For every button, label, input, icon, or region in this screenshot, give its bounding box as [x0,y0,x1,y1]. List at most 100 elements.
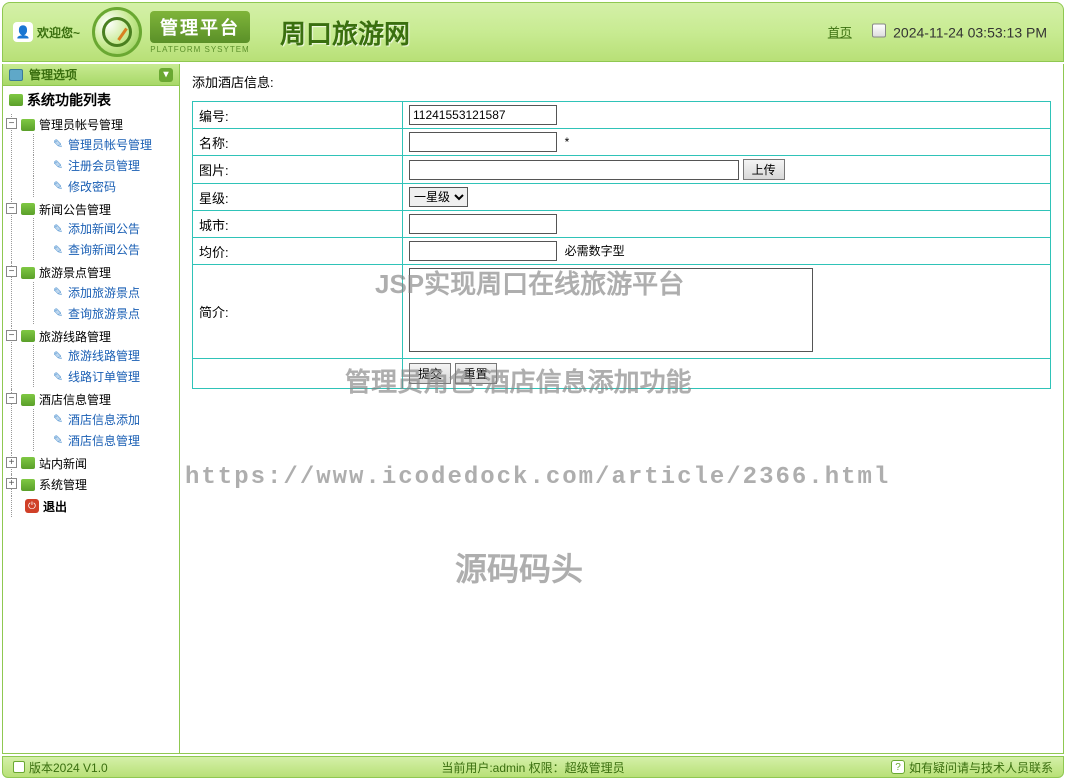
sidebar: 管理选项 ▾ 系统功能列表 −管理员帐号管理✎管理员帐号管理✎注册会员管理✎修改… [2,64,180,754]
pencil-icon: ✎ [51,370,65,384]
nav-group: + 系统管理 [7,474,179,496]
user-icon: 👤 [13,22,33,42]
footer-version-icon [13,761,25,773]
nav-item: ✎修改密码 [29,176,179,197]
watermark-4: 源码码头 [455,544,583,590]
help-icon: ? [891,760,905,774]
image-input[interactable] [409,160,739,180]
site-title: 周口旅游网 [280,14,410,51]
nav-group-label[interactable]: 旅游景点管理 [21,264,111,281]
tree-root: 系统功能列表 [3,86,179,114]
nav-group-label[interactable]: 系统管理 [21,476,87,493]
nav-group-label[interactable]: 酒店信息管理 [21,391,111,408]
reset-button[interactable]: 重置 [455,363,497,384]
welcome-box: 👤 欢迎您~ [13,22,80,42]
nav-group: −旅游线路管理 ✎旅游线路管理 ✎线路订单管理 [7,326,179,390]
sidebar-header: 管理选项 ▾ [3,64,179,86]
nav-group-label[interactable]: 站内新闻 [21,455,87,472]
footer: 版本2024 V1.0 当前用户:admin 权限：超级管理员 ? 如有疑问请与… [2,756,1064,778]
nav-group-label[interactable]: 新闻公告管理 [21,201,111,218]
platform-sub: PLATFORM SYSYTEM [150,45,250,54]
collapse-toggle[interactable]: − [6,118,17,129]
collapse-toggle[interactable]: − [6,203,17,214]
nav-item: ✎酒店信息添加 [29,409,179,430]
nav-item-link[interactable]: ✎添加新闻公告 [51,220,140,237]
pencil-icon: ✎ [51,412,65,426]
nav-item-link[interactable]: ✎添加旅游景点 [51,284,140,301]
folder-icon [21,330,35,342]
upload-button[interactable]: 上传 [743,159,785,180]
platform-badge: 管理平台 [150,11,250,43]
nav-group-label[interactable]: 旅游线路管理 [21,328,111,345]
expand-toggle[interactable]: + [6,457,17,468]
label-price: 均价: [193,238,403,265]
header: 👤 欢迎您~ 管理平台 PLATFORM SYSYTEM 周口旅游网 首页 20… [2,2,1064,62]
clock-icon [872,24,886,38]
nav-item-link[interactable]: ✎酒店信息管理 [51,432,140,449]
price-input[interactable] [409,241,557,261]
nav-tree: −管理员帐号管理✎管理员帐号管理✎注册会员管理✎修改密码−新闻公告管理✎添加新闻… [3,114,179,517]
exit-link[interactable]: ⏻退出 [25,498,67,515]
footer-user-info: 当前用户:admin 权限：超级管理员 [441,759,624,776]
nav-item-link[interactable]: ✎旅游线路管理 [51,347,140,364]
collapse-toggle[interactable]: − [6,393,17,404]
star-select[interactable]: 一星级 [409,187,468,207]
nav-item: ✎酒店信息管理 [29,430,179,451]
folder-icon [21,457,35,469]
nav-item-link[interactable]: ✎注册会员管理 [51,157,140,174]
pencil-icon: ✎ [51,222,65,236]
pencil-icon: ✎ [51,137,65,151]
pencil-icon: ✎ [51,306,65,320]
pencil-icon: ✎ [51,285,65,299]
nav-exit: ⏻退出 [7,496,179,517]
nav-item-link[interactable]: ✎酒店信息添加 [51,411,140,428]
nav-item-link[interactable]: ✎查询旅游景点 [51,305,140,322]
desc-textarea[interactable] [409,268,813,352]
nav-item: ✎查询新闻公告 [29,239,179,260]
city-input[interactable] [409,214,557,234]
nav-item-link[interactable]: ✎修改密码 [51,178,116,195]
exit-icon: ⏻ [25,499,39,513]
nav-item-link[interactable]: ✎查询新闻公告 [51,241,140,258]
folder-icon [21,203,35,215]
label-image: 图片: [193,156,403,184]
footer-contact: 如有疑问请与技术人员联系 [909,759,1053,776]
folder-icon [21,394,35,406]
nav-item-link[interactable]: ✎线路订单管理 [51,368,140,385]
pencil-icon: ✎ [51,179,65,193]
page-title: 添加酒店信息: [192,72,1051,91]
label-star: 星级: [193,184,403,211]
datetime-display: 2024-11-24 03:53:13 PM [872,24,1047,41]
sidebar-collapse-button[interactable]: ▾ [159,68,173,82]
footer-version: 版本2024 V1.0 [29,759,108,776]
collapse-toggle[interactable]: − [6,266,17,277]
name-required-hint: * [565,135,570,149]
id-input[interactable] [409,105,557,125]
nav-group-label[interactable]: 管理员帐号管理 [21,116,123,133]
submit-button[interactable]: 提交 [409,363,451,384]
pencil-icon: ✎ [51,243,65,257]
nav-item: ✎线路订单管理 [29,366,179,387]
collapse-toggle[interactable]: − [6,330,17,341]
folder-open-icon [9,94,23,106]
nav-group: −管理员帐号管理 ✎管理员帐号管理 ✎注册会员管理 ✎修改密码 [7,114,179,199]
label-city: 城市: [193,211,403,238]
nav-group: −酒店信息管理 ✎酒店信息添加 ✎酒店信息管理 [7,389,179,453]
name-input[interactable] [409,132,557,152]
nav-item: ✎添加旅游景点 [29,282,179,303]
sidebar-header-label: 管理选项 [29,66,77,83]
nav-item-link[interactable]: ✎管理员帐号管理 [51,136,152,153]
logo-icon [92,7,142,57]
home-link[interactable]: 首页 [828,24,852,41]
nav-group: + 站内新闻 [7,453,179,475]
main-content: 添加酒店信息: 编号: 名称: * 图片: 上传 星级 [180,64,1064,754]
pencil-icon: ✎ [51,158,65,172]
options-icon [9,69,23,81]
pencil-icon: ✎ [51,433,65,447]
folder-icon [21,267,35,279]
label-desc: 简介: [193,265,403,359]
hotel-form: 编号: 名称: * 图片: 上传 星级: [192,101,1051,389]
label-name: 名称: [193,129,403,156]
nav-item: ✎注册会员管理 [29,155,179,176]
expand-toggle[interactable]: + [6,478,17,489]
